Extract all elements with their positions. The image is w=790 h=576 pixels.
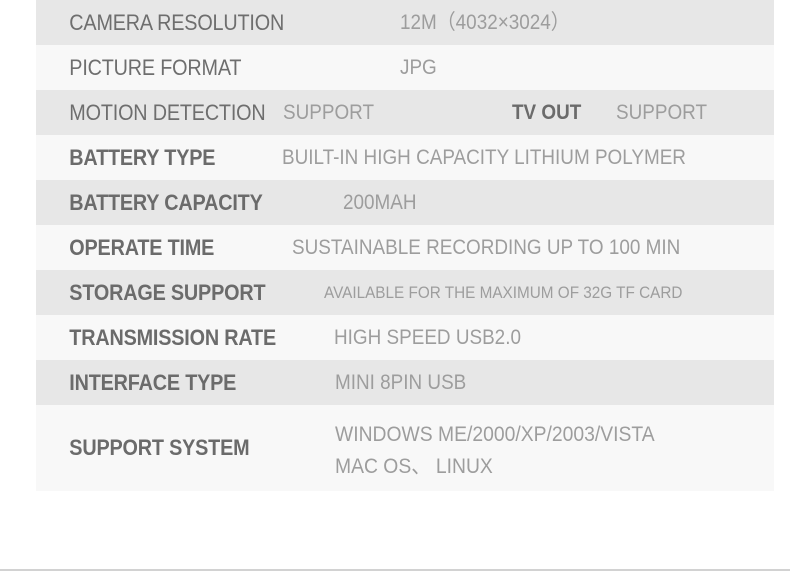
specification-table: CAMERA RESOLUTION 12M（4032×3024） PICTURE… (36, 0, 774, 491)
spec-value-tv-out: SUPPORT (616, 101, 708, 124)
spec-value-picture-format: JPG (400, 56, 437, 79)
spec-value-transmission-rate: HIGH SPEED USB2.0 (334, 326, 521, 349)
spec-value-support-system-line2: MAC OS、 LINUX (335, 455, 493, 478)
spec-label-storage-support: STORAGE SUPPORT (69, 279, 266, 305)
table-row: SUPPORT SYSTEM WINDOWS ME/2000/XP/2003/V… (36, 405, 774, 491)
spec-value-battery-type: BUILT-IN HIGH CAPACITY LITHIUM POLYMER (282, 146, 686, 169)
spec-value-support-system-line1: WINDOWS ME/2000/XP/2003/VISTA (335, 423, 655, 446)
bottom-divider (0, 569, 790, 571)
spec-label-interface-type: INTERFACE TYPE (69, 369, 237, 395)
table-row: BATTERY CAPACITY 200MAH (36, 180, 774, 225)
table-row: BATTERY TYPE BUILT-IN HIGH CAPACITY LITH… (36, 135, 774, 180)
spec-value-battery-capacity: 200MAH (343, 191, 417, 214)
table-row: CAMERA RESOLUTION 12M（4032×3024） (36, 0, 774, 45)
table-row: OPERATE TIME SUSTAINABLE RECORDING UP TO… (36, 225, 774, 270)
spec-value-support-system: WINDOWS ME/2000/XP/2003/VISTA MAC OS、 LI… (335, 419, 655, 483)
spec-label-battery-type: BATTERY TYPE (69, 144, 216, 170)
spec-value-motion-detection: SUPPORT (283, 101, 375, 124)
spec-label-operate-time: OPERATE TIME (69, 234, 215, 260)
spec-label-support-system: SUPPORT SYSTEM (69, 435, 250, 460)
table-row: MOTION DETECTION SUPPORT TV OUT SUPPORT (36, 90, 774, 135)
table-row: TRANSMISSION RATE HIGH SPEED USB2.0 (36, 315, 774, 360)
spec-label-battery-capacity: BATTERY CAPACITY (69, 189, 263, 215)
spec-value-camera-resolution: 12M（4032×3024） (400, 11, 570, 34)
spec-value-operate-time: SUSTAINABLE RECORDING UP TO 100 MIN (292, 236, 681, 259)
spec-label-motion-detection: MOTION DETECTION (69, 99, 266, 125)
spec-label-transmission-rate: TRANSMISSION RATE (69, 324, 276, 350)
table-row: INTERFACE TYPE MINI 8PIN USB (36, 360, 774, 405)
spec-label-camera-resolution: CAMERA RESOLUTION (69, 9, 285, 35)
spec-label-picture-format: PICTURE FORMAT (69, 54, 242, 80)
table-row: PICTURE FORMAT JPG (36, 45, 774, 90)
table-row: STORAGE SUPPORT AVAILABLE FOR THE MAXIMU… (36, 270, 774, 315)
product-specification-page: CAMERA RESOLUTION 12M（4032×3024） PICTURE… (0, 0, 790, 576)
spec-value-storage-support: AVAILABLE FOR THE MAXIMUM OF 32G TF CARD (324, 283, 683, 302)
spec-label-tv-out: TV OUT (512, 101, 582, 124)
spec-value-interface-type: MINI 8PIN USB (335, 371, 467, 394)
